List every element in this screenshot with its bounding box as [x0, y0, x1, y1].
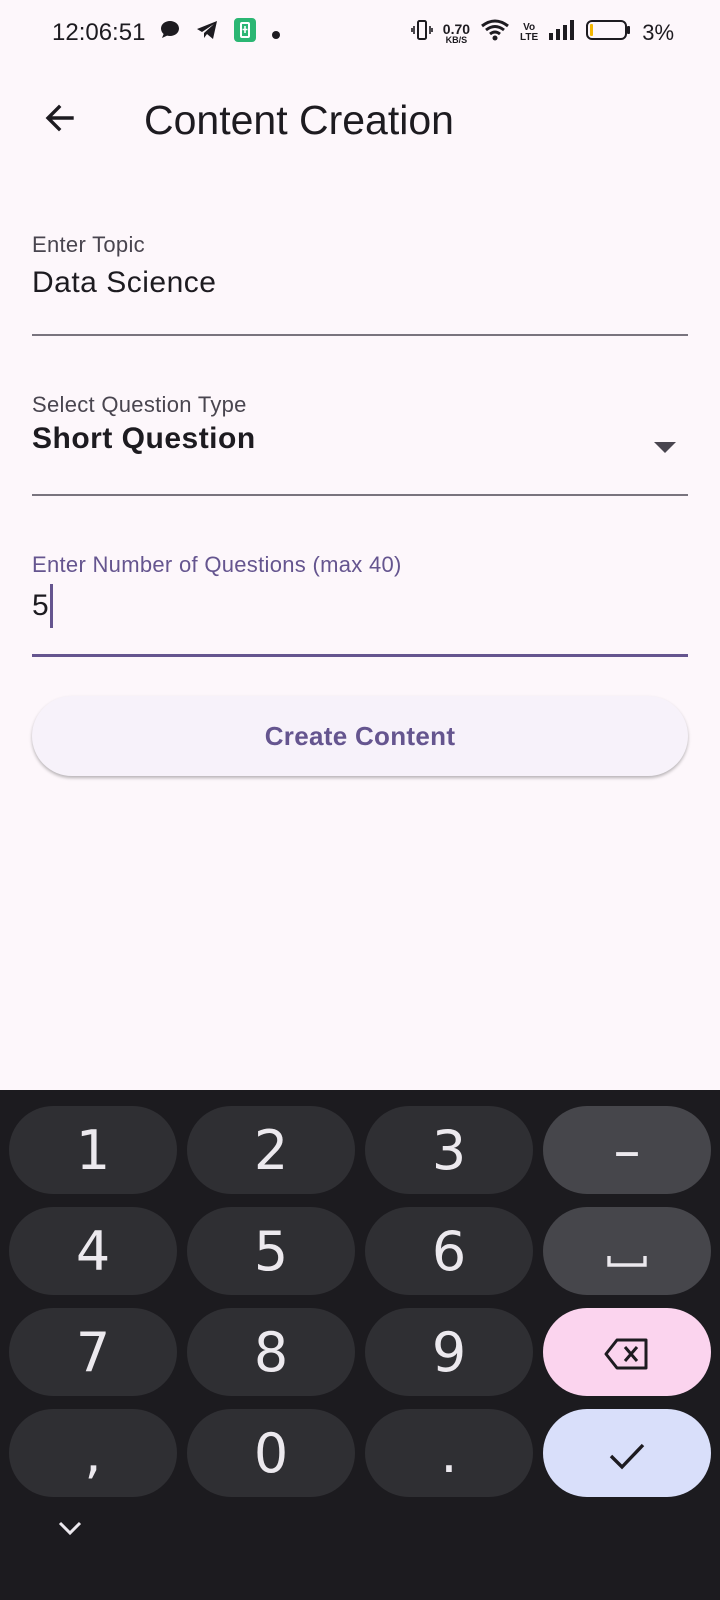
- status-bar: 12:06:51 0.70 KB/S Vo LTE 3%: [0, 0, 720, 66]
- wifi-icon: [480, 18, 510, 49]
- check-icon: [607, 1422, 647, 1485]
- status-right: 0.70 KB/S Vo LTE 3%: [410, 18, 674, 49]
- arrow-left-icon: [42, 100, 78, 141]
- question-type-label: Select Question Type: [32, 392, 247, 417]
- key-dash[interactable]: –: [543, 1106, 711, 1194]
- chevron-down-icon: [57, 1520, 83, 1541]
- question-count-label: Enter Number of Questions (max 40): [32, 552, 402, 577]
- key-7[interactable]: 7: [9, 1308, 177, 1396]
- volte-bottom: LTE: [520, 32, 539, 43]
- battery-icon: [586, 19, 632, 48]
- back-button[interactable]: [30, 90, 90, 150]
- net-speed: 0.70 KB/S: [443, 22, 470, 45]
- key-0[interactable]: 0: [187, 1409, 355, 1497]
- battery-saver-icon: [233, 17, 257, 50]
- net-speed-unit: KB/S: [445, 34, 468, 45]
- text-cursor: [50, 584, 54, 628]
- battery-percent: 3%: [642, 20, 674, 45]
- key-5[interactable]: 5: [187, 1207, 355, 1295]
- key-comma[interactable]: ,: [9, 1409, 177, 1497]
- question-type-underline: [32, 494, 688, 496]
- key-8[interactable]: 8: [187, 1308, 355, 1396]
- key-space[interactable]: [543, 1207, 711, 1295]
- topic-underline: [32, 334, 688, 336]
- key-period[interactable]: .: [365, 1409, 533, 1497]
- page-title: Content Creation: [144, 97, 454, 143]
- question-count-underline: [32, 654, 688, 657]
- key-backspace[interactable]: [543, 1308, 711, 1396]
- space-icon: [607, 1220, 647, 1283]
- vibrate-icon: [410, 19, 433, 48]
- topic-input[interactable]: Data Science: [32, 266, 688, 300]
- volte-indicator: Vo LTE: [520, 23, 538, 43]
- question-count-input[interactable]: 5: [32, 584, 688, 628]
- key-enter[interactable]: [543, 1409, 711, 1497]
- topic-label: Enter Topic: [32, 232, 145, 257]
- key-9[interactable]: 9: [365, 1308, 533, 1396]
- dot-icon: [271, 19, 281, 47]
- key-6[interactable]: 6: [365, 1207, 533, 1295]
- caret-down-icon[interactable]: [654, 442, 676, 453]
- signal-icon: [548, 19, 576, 48]
- key-4[interactable]: 4: [9, 1207, 177, 1295]
- question-count-field[interactable]: Enter Number of Questions (max 40) 5: [32, 552, 688, 658]
- key-3[interactable]: 3: [365, 1106, 533, 1194]
- question-type-value[interactable]: Short Question: [32, 422, 688, 456]
- question-type-dropdown[interactable]: Select Question Type Short Question: [32, 392, 688, 496]
- hide-keyboard-button[interactable]: [50, 1510, 90, 1550]
- telegram-icon: [195, 19, 219, 48]
- create-content-button[interactable]: Create Content: [32, 696, 688, 776]
- key-2[interactable]: 2: [187, 1106, 355, 1194]
- status-time: 12:06:51: [52, 19, 146, 46]
- net-speed-value: 0.70: [442, 20, 471, 37]
- status-left: 12:06:51: [52, 17, 281, 50]
- app-bar: Content Creation: [0, 72, 720, 168]
- key-1[interactable]: 1: [9, 1106, 177, 1194]
- chat-icon: [159, 19, 181, 48]
- topic-field[interactable]: Enter Topic Data Science: [32, 232, 688, 336]
- backspace-icon: [604, 1321, 650, 1384]
- question-count-value: 5: [32, 589, 50, 622]
- numeric-keyboard: 1 2 3 – 4 5 6 7 8 9 , 0 .: [0, 1090, 720, 1600]
